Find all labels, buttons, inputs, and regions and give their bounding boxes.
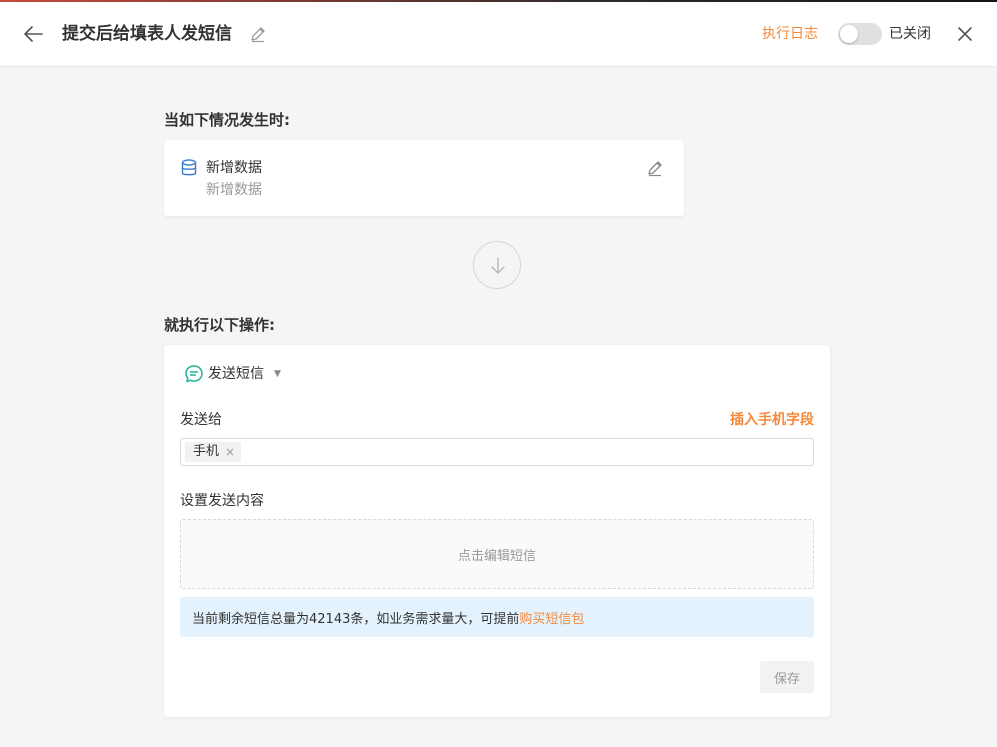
trigger-title: 新增数据	[206, 160, 262, 176]
content-placeholder: 点击编辑短信	[457, 548, 536, 564]
tag-remove-icon[interactable]: ×	[225, 442, 235, 462]
trigger-subtitle: 新增数据	[206, 182, 262, 198]
trigger-heading: 当如下情况发生时:	[164, 111, 290, 129]
toggle-status-label: 已关闭	[889, 26, 931, 42]
notice-text: 当前剩余短信总量为42143条，如业务需求量大，可提前	[192, 611, 520, 627]
execution-log-link[interactable]: 执行日志	[762, 24, 818, 44]
edit-trigger-icon[interactable]	[646, 159, 664, 177]
action-type-label: 发送短信	[208, 366, 264, 382]
page-title: 提交后给填表人发短信	[62, 24, 232, 44]
sms-icon	[185, 365, 203, 383]
recipient-input[interactable]: 手机 ×	[180, 438, 814, 466]
insert-phone-field-link[interactable]: 插入手机字段	[730, 410, 814, 430]
action-heading: 就执行以下操作:	[164, 316, 275, 334]
recipient-tag: 手机 ×	[185, 442, 242, 462]
arrow-down-icon	[491, 257, 505, 274]
header: 提交后给填表人发短信 执行日志 已关闭	[0, 2, 997, 67]
flow-connector	[473, 241, 521, 289]
close-icon[interactable]	[955, 24, 975, 44]
trigger-card[interactable]: 新增数据 新增数据	[164, 140, 684, 216]
back-arrow-icon[interactable]	[21, 22, 45, 46]
buy-sms-package-link[interactable]: 购买短信包	[519, 608, 584, 627]
toggle-knob	[840, 25, 858, 43]
send-to-label: 发送给	[180, 412, 222, 428]
edit-title-icon[interactable]	[249, 25, 267, 43]
action-card: 发送短信 ▼ 发送给 插入手机字段 手机 × 设置发送内容 点击编辑短信 当前剩…	[164, 345, 830, 717]
enable-toggle[interactable]	[838, 23, 882, 45]
recipient-tag-label: 手机	[193, 444, 220, 459]
save-button[interactable]: 保存	[760, 661, 814, 693]
database-icon	[181, 159, 197, 176]
content-label: 设置发送内容	[180, 493, 264, 509]
sms-content-editor[interactable]: 点击编辑短信	[180, 519, 814, 589]
sms-quota-notice: 当前剩余短信总量为42143条，如业务需求量大，可提前 购买短信包	[180, 597, 814, 637]
caret-down-icon: ▼	[274, 369, 281, 379]
